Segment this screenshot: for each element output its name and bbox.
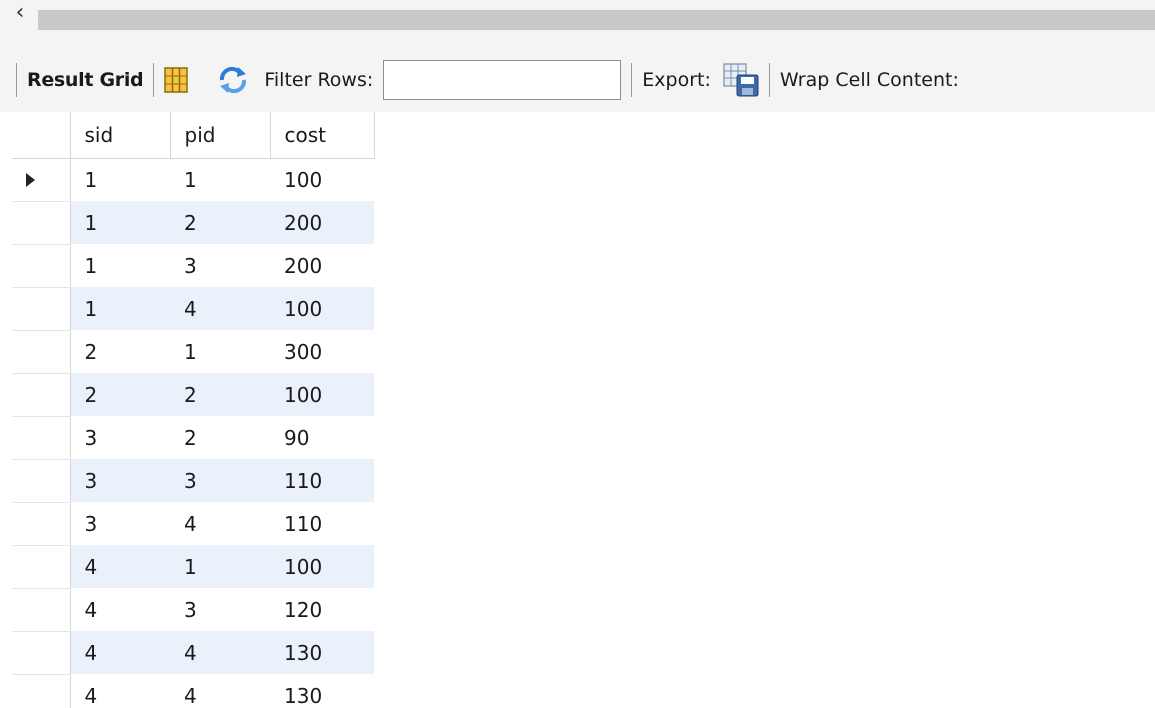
toolbar-separator <box>16 63 17 97</box>
table-cell-sid[interactable]: 3 <box>70 416 170 459</box>
table-row[interactable]: 1 4 100 <box>12 287 374 331</box>
table-cell-pid[interactable]: 1 <box>170 330 270 373</box>
table-cell-cost[interactable]: 300 <box>270 330 374 373</box>
table-cell-cost[interactable]: 200 <box>270 244 374 287</box>
row-selector[interactable] <box>12 545 71 589</box>
table-cell-cost[interactable]: 120 <box>270 588 374 631</box>
toolbar-separator <box>153 63 155 97</box>
table-row[interactable]: 4 3 120 <box>12 588 374 632</box>
wrap-cell-content-label: Wrap Cell Content: <box>779 69 959 91</box>
table-cell-sid[interactable]: 2 <box>70 373 170 416</box>
horizontal-scrollbar[interactable]: ‹ <box>0 0 1155 48</box>
table-cell-cost[interactable]: 200 <box>270 201 374 244</box>
table-cell-pid[interactable]: 4 <box>170 287 270 330</box>
row-selector[interactable] <box>12 631 71 675</box>
table-cell-pid[interactable]: 2 <box>170 416 270 459</box>
export-icon[interactable] <box>723 63 759 97</box>
table-cell-cost[interactable]: 100 <box>270 287 374 330</box>
table-row[interactable]: 4 4 130 <box>12 631 374 675</box>
table-row[interactable]: 4 1 100 <box>12 545 374 589</box>
row-selector[interactable] <box>12 459 71 503</box>
table-cell-sid[interactable]: 4 <box>70 674 170 708</box>
table-cell-pid[interactable]: 3 <box>170 588 270 631</box>
table-row[interactable]: 2 2 100 <box>12 373 374 417</box>
table-cell-pid[interactable]: 2 <box>170 201 270 244</box>
table-cell-pid[interactable]: 1 <box>170 158 270 201</box>
table-cell-sid[interactable]: 2 <box>70 330 170 373</box>
table-row[interactable]: 1 2 200 <box>12 201 374 245</box>
table-cell-cost[interactable]: 100 <box>270 545 374 588</box>
result-toolbar: Result Grid Filter Rows: Export: Wrap Ce… <box>0 48 1155 112</box>
table-row[interactable]: 4 4 130 <box>12 674 374 708</box>
column-header-pid[interactable]: pid <box>170 112 271 159</box>
filter-rows-input[interactable] <box>383 60 622 100</box>
export-label: Export: <box>642 69 711 91</box>
row-selector[interactable] <box>12 201 71 245</box>
table-cell-cost[interactable]: 100 <box>270 373 374 416</box>
table-header-row: sid pid cost <box>12 112 375 159</box>
table-cell-sid[interactable]: 4 <box>70 631 170 674</box>
table-body: 1 1 100 1 2 200 1 3 200 1 4 100 2 1 300 2 2 100 3 2 90 3 3 110 3… <box>12 158 374 708</box>
table-cell-cost[interactable]: 110 <box>270 502 374 545</box>
toolbar-separator <box>768 63 770 97</box>
filter-rows-label: Filter Rows: <box>264 69 374 91</box>
table-cell-sid[interactable]: 4 <box>70 545 170 588</box>
row-selector[interactable] <box>12 373 71 417</box>
table-cell-pid[interactable]: 2 <box>170 373 270 416</box>
column-header-cost[interactable]: cost <box>270 112 375 159</box>
row-selector[interactable] <box>12 287 71 331</box>
table-cell-sid[interactable]: 3 <box>70 502 170 545</box>
table-cell-sid[interactable]: 3 <box>70 459 170 502</box>
row-selector-header[interactable] <box>12 112 71 159</box>
table-row[interactable]: 3 4 110 <box>12 502 374 546</box>
table-cell-pid[interactable]: 1 <box>170 545 270 588</box>
table-row[interactable]: 2 1 300 <box>12 330 374 374</box>
table-cell-pid[interactable]: 3 <box>170 459 270 502</box>
table-row[interactable]: 1 1 100 <box>12 158 374 202</box>
toolbar-separator <box>631 63 633 97</box>
result-table: sid pid cost 1 1 100 1 2 200 1 3 200 1 4 100 2 1 300 2 2… <box>12 112 375 708</box>
table-cell-cost[interactable]: 130 <box>270 631 374 674</box>
table-cell-pid[interactable]: 4 <box>170 674 270 708</box>
grid-layout-icon[interactable] <box>164 67 189 93</box>
scroll-track[interactable] <box>38 10 1155 30</box>
current-row-arrow-icon <box>26 172 35 187</box>
scroll-left-arrow-icon[interactable]: ‹ <box>6 0 34 26</box>
row-selector[interactable] <box>12 588 71 632</box>
row-selector[interactable] <box>12 330 71 374</box>
result-grid-panel: ‹ Result Grid Filter Rows: Export: Wrap … <box>0 0 1155 708</box>
table-cell-cost[interactable]: 130 <box>270 674 374 708</box>
table-row[interactable]: 1 3 200 <box>12 244 374 288</box>
table-cell-pid[interactable]: 3 <box>170 244 270 287</box>
row-selector[interactable] <box>12 674 71 708</box>
table-cell-pid[interactable]: 4 <box>170 631 270 674</box>
row-selector[interactable] <box>12 244 71 288</box>
table-row[interactable]: 3 3 110 <box>12 459 374 503</box>
table-cell-cost[interactable]: 110 <box>270 459 374 502</box>
table-row[interactable]: 3 2 90 <box>12 416 374 460</box>
table-cell-sid[interactable]: 1 <box>70 201 170 244</box>
table-cell-sid[interactable]: 1 <box>70 287 170 330</box>
result-grid-tab[interactable]: Result Grid <box>27 69 144 91</box>
table-cell-pid[interactable]: 4 <box>170 502 270 545</box>
table-cell-sid[interactable]: 4 <box>70 588 170 631</box>
table-cell-sid[interactable]: 1 <box>70 158 170 201</box>
table-cell-cost[interactable]: 90 <box>270 416 374 459</box>
table-cell-cost[interactable]: 100 <box>270 158 374 201</box>
row-selector[interactable] <box>12 416 71 460</box>
column-header-sid[interactable]: sid <box>70 112 171 159</box>
table-cell-sid[interactable]: 1 <box>70 244 170 287</box>
row-selector[interactable] <box>12 502 71 546</box>
refresh-icon[interactable] <box>218 67 248 93</box>
row-selector[interactable] <box>12 158 71 202</box>
